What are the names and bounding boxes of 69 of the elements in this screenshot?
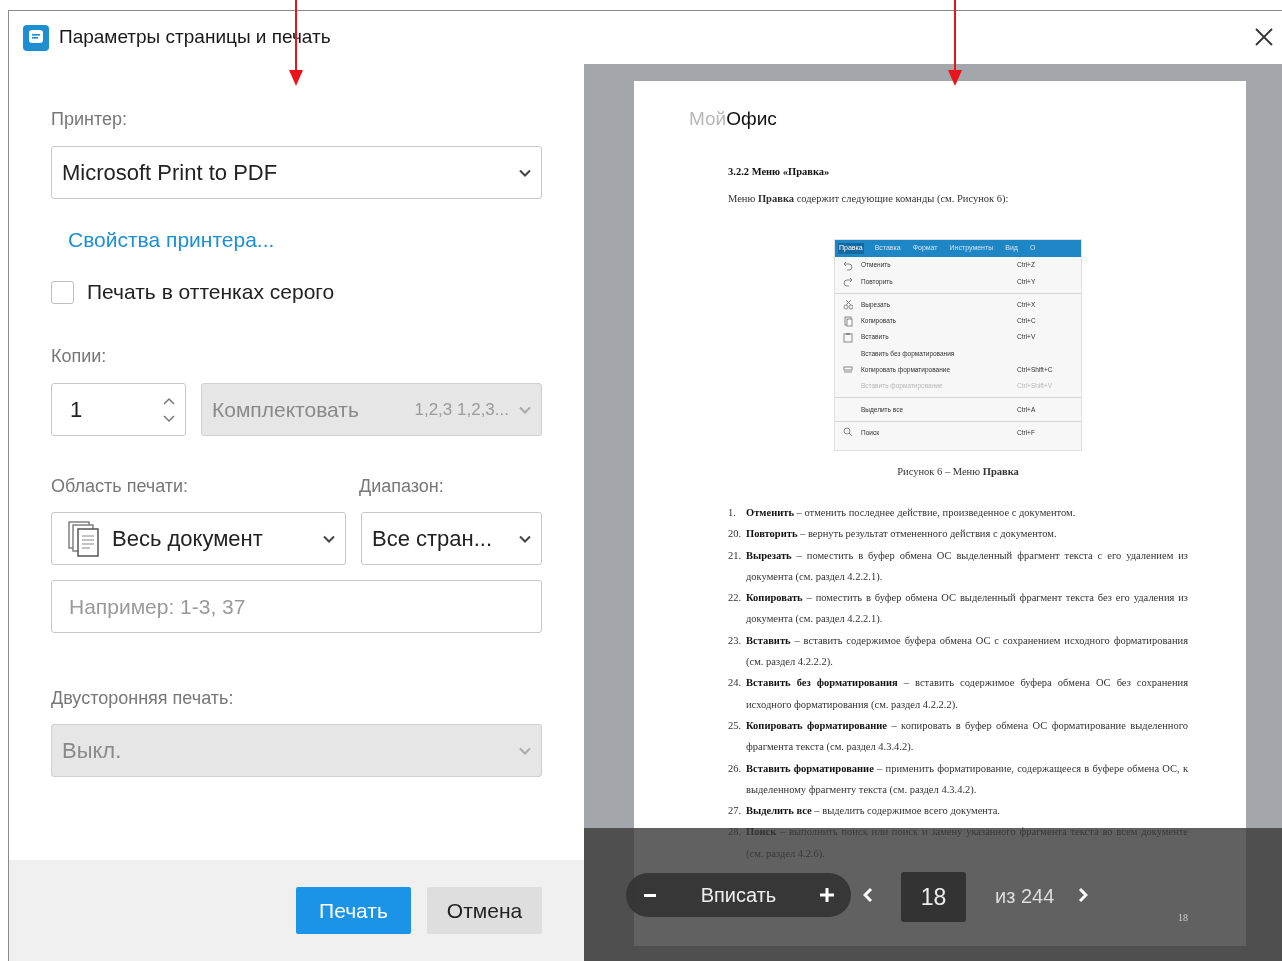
zoom-in-button[interactable] [819, 887, 835, 903]
page-number-value: 18 [920, 882, 947, 912]
spinner-value: 1 [70, 396, 84, 424]
cancel-button[interactable]: Отмена [427, 887, 542, 934]
select-value: Комплектовать [212, 396, 359, 423]
select-value: Выкл. [62, 737, 123, 765]
menu-item-icon [843, 259, 853, 271]
caret-icon [519, 168, 531, 177]
document-logo: МойОфис [689, 109, 777, 129]
up-down-arrows-icon [163, 396, 175, 423]
range-dropdown[interactable]: Все стран... [361, 512, 542, 565]
checkbox-label: Печать в оттенках серого [87, 279, 335, 306]
close-icon [1254, 27, 1274, 47]
field-label: Область печати: [51, 475, 190, 497]
list-item-text: Вставить без форматирования – вставить содержимое буфера обмена ОС без сохранения исходного форматирования (см. раздел 4.2.2.2). [746, 676, 1188, 712]
caret-icon [519, 534, 531, 543]
app-icon [23, 24, 49, 51]
list-number: 27. [728, 804, 743, 819]
list-number: 20. [728, 527, 743, 542]
chevron-left-icon [863, 887, 873, 903]
list-item-text: Выделить все – выделить содержимое всего документа. [746, 804, 1001, 819]
list-item-text: Копировать форматирование – копировать в буфер обмена ОС форматирование выделенного фрагмента текста (см. раздел 4.3.4.2). [746, 718, 1188, 755]
field-label: Принтер: [51, 108, 128, 130]
list-number: 22. [728, 591, 743, 606]
fit-button[interactable]: Вписать [700, 880, 777, 910]
caret-icon [519, 746, 531, 755]
select-value: Весь документ [112, 525, 264, 553]
field-label: Копии: [51, 345, 108, 367]
list-item-text: Вставить – вставить содержимое буфера обмена ОС с сохранением исходного форматирования (см. раздел 4.2.2.2). [746, 633, 1188, 670]
field-label: Двусторонняя печать: [51, 687, 235, 709]
list-number: 23. [728, 633, 743, 648]
chevron-right-icon [1078, 887, 1088, 903]
list-number: 24. [728, 676, 743, 691]
select-value: Microsoft Print to PDF [62, 159, 279, 187]
page-number: 18 [1178, 911, 1188, 925]
list-number: 21. [728, 548, 743, 563]
copies-spinner[interactable]: 1 [51, 383, 186, 436]
printer-properties-link[interactable]: Свойства принтера... [68, 228, 275, 252]
list-item-text: Повторить – вернуть результат отмененного действия с документом. [746, 527, 1058, 542]
caret-icon [519, 405, 531, 414]
list-item-text: Отменить – отменить последнее действие, произведенное с документом. [746, 506, 1077, 520]
checkbox[interactable] [51, 280, 74, 304]
menu-item-icon [843, 315, 853, 327]
list-number: 26. [728, 761, 743, 776]
documents-icon [68, 520, 100, 557]
page-count: из 244 [995, 884, 1055, 908]
menu-item-icon [843, 364, 853, 376]
menu-item-icon [843, 331, 853, 343]
plus-icon [820, 888, 834, 902]
document-paragraph: Меню Правка содержит следующие команды (см. Рисунок 6): [728, 192, 1010, 206]
document-heading: 3.2.2 Меню «Правка» [728, 165, 831, 179]
menu-item-icon [843, 275, 853, 287]
collate-order-hint: 1,2,3 1,2,3... [413, 398, 509, 421]
minus-icon [644, 893, 656, 897]
print-area-dropdown[interactable]: Весь документ [51, 512, 346, 565]
list-item-text: Копировать – поместить в буфер обмена ОС выделенный фрагмент текста без его удаления из документа (см. раздел 4.2.2.1). [746, 591, 1188, 627]
menu-item-icon [843, 299, 853, 311]
select-value: Все стран... [372, 525, 494, 553]
printer-dropdown[interactable]: Microsoft Print to PDF [51, 146, 542, 199]
list-number: 1. [728, 506, 737, 520]
list-item-text: Вставить форматирование – применить форматирование, содержащееся в буфере обмена ОС, к выделенному фрагменту текста (см. раздел 4.3.4.2). [746, 761, 1188, 797]
figure-caption: Рисунок 6 – Меню Правка [896, 465, 1020, 479]
list-item-text: Вырезать – поместить в буфер обмена ОС выделенный фрагмент текста с его удалением из документа (см. раздел 4.2.2.1). [746, 548, 1188, 584]
page-number-field[interactable]: 18 [901, 872, 966, 922]
caret-icon [323, 534, 335, 543]
field-label: Диапазон: [359, 475, 444, 497]
page-range-field[interactable]: Например: 1-3, 37 [51, 580, 542, 633]
list-number: 25. [728, 718, 743, 733]
menu-item-icon [843, 427, 853, 439]
